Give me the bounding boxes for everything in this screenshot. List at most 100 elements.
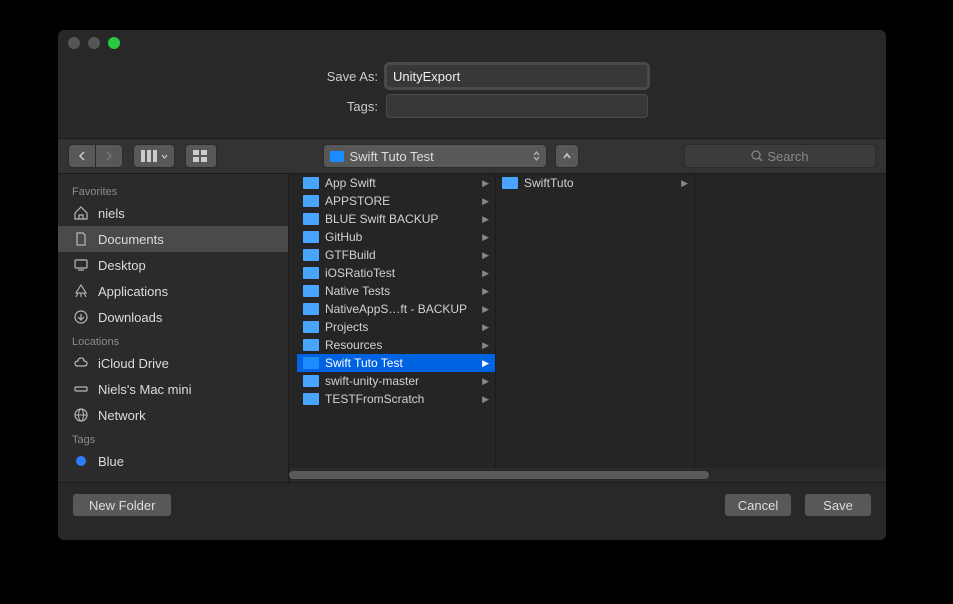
folder-label: APPSTORE (325, 194, 390, 208)
home-icon (72, 205, 90, 221)
chevron-right-icon: ▶ (482, 286, 489, 297)
folder-icon (303, 303, 319, 315)
titlebar (58, 30, 886, 56)
view-mode-button[interactable] (133, 144, 175, 168)
app-icon (72, 283, 90, 299)
folder-label: TESTFromScratch (325, 392, 424, 406)
doc-icon (72, 231, 90, 247)
sidebar-item-downloads[interactable]: Downloads (58, 304, 288, 330)
folder-row[interactable]: swift-unity-master ▶ (297, 372, 495, 390)
folder-label: swift-unity-master (325, 374, 419, 388)
sidebar-item-label: Network (98, 408, 146, 423)
chevron-right-icon: ▶ (482, 214, 489, 225)
window-close-button[interactable] (68, 37, 80, 49)
folder-icon (303, 213, 319, 225)
tags-input[interactable] (386, 94, 648, 118)
locations-header: Locations (58, 330, 288, 350)
path-label: Swift Tuto Test (350, 149, 434, 164)
sidebar-item-niels-s-mac-mini[interactable]: Niels's Mac mini (58, 376, 288, 402)
cloud-icon (72, 355, 90, 371)
sidebar-item-icloud-drive[interactable]: iCloud Drive (58, 350, 288, 376)
path-dropdown[interactable]: Swift Tuto Test (323, 144, 547, 168)
save-button[interactable]: Save (804, 493, 872, 517)
folder-icon (502, 177, 518, 189)
folder-icon (303, 357, 319, 369)
tags-label: Tags: (58, 99, 386, 114)
folder-label: SwiftTuto (524, 176, 574, 190)
sidebar-item-network[interactable]: Network (58, 402, 288, 428)
body: Favorites nielsDocumentsDesktopApplicati… (58, 174, 886, 482)
folder-row[interactable]: Native Tests ▶ (297, 282, 495, 300)
column-3 (695, 174, 886, 482)
sidebar-item-desktop[interactable]: Desktop (58, 252, 288, 278)
sidebar-item-blue[interactable]: Blue (58, 448, 288, 474)
group-button[interactable] (185, 144, 217, 168)
column-1: App Swift▶APPSTORE▶BLUE Swift BACKUP▶Git… (297, 174, 496, 482)
forward-button[interactable] (96, 144, 123, 168)
group-icon (193, 150, 209, 162)
folder-icon (303, 177, 319, 189)
folder-row[interactable]: Swift Tuto Test▶ (297, 354, 495, 372)
tags-header: Tags (58, 428, 288, 448)
chevron-right-icon: ▶ (681, 178, 688, 189)
save-as-input[interactable] (386, 64, 648, 88)
collapse-button[interactable] (555, 144, 579, 168)
sidebar-item-label: Applications (98, 284, 168, 299)
folder-row[interactable]: SwiftTuto ▶ (496, 174, 694, 192)
column-browser: App Swift▶APPSTORE▶BLUE Swift BACKUP▶Git… (289, 174, 886, 482)
new-folder-button[interactable]: New Folder (72, 493, 172, 517)
sidebar-item-label: Documents (98, 232, 164, 247)
horizontal-scrollbar[interactable] (289, 471, 709, 479)
sidebar-item-label: Blue (98, 454, 124, 469)
sidebar-item-documents[interactable]: Documents (58, 226, 288, 252)
folder-label: NativeAppS…ft - BACKUP (325, 302, 467, 316)
folder-label: BLUE Swift BACKUP (325, 212, 438, 226)
folder-label: Native Tests (325, 284, 390, 298)
chevron-right-icon: ▶ (482, 232, 489, 243)
folder-label: App Swift (325, 176, 376, 190)
folder-label: GTFBuild (325, 248, 376, 262)
sidebar: Favorites nielsDocumentsDesktopApplicati… (58, 174, 289, 482)
desktop-icon (72, 257, 90, 273)
search-field[interactable]: Search (684, 144, 876, 168)
column-2: SwiftTuto ▶ (496, 174, 695, 482)
chevron-right-icon: ▶ (482, 268, 489, 279)
folder-icon (303, 393, 319, 405)
folder-row[interactable]: NativeAppS…ft - BACKUP▶ (297, 300, 495, 318)
window-minimize-button[interactable] (88, 37, 100, 49)
folder-row[interactable]: GitHub ▶ (297, 228, 495, 246)
folder-label: GitHub (325, 230, 362, 244)
down-icon (72, 309, 90, 325)
updown-icon (533, 151, 540, 161)
form-area: Save As: Tags: (58, 56, 886, 138)
folder-icon (303, 321, 319, 333)
save-dialog: Save As: Tags: (58, 30, 886, 540)
folder-row[interactable]: TESTFromScratch ▶ (297, 390, 495, 408)
folder-row[interactable]: iOSRatioTest▶ (297, 264, 495, 282)
folder-row[interactable]: APPSTORE▶ (297, 192, 495, 210)
cancel-button[interactable]: Cancel (724, 493, 792, 517)
sidebar-item-label: iCloud Drive (98, 356, 169, 371)
nav-group (68, 144, 123, 168)
sidebar-item-label: Niels's Mac mini (98, 382, 192, 397)
footer: New Folder Cancel Save (58, 482, 886, 527)
chevron-right-icon: ▶ (482, 394, 489, 405)
window-zoom-button[interactable] (108, 37, 120, 49)
sidebar-item-applications[interactable]: Applications (58, 278, 288, 304)
back-button[interactable] (68, 144, 96, 168)
folder-label: Resources (325, 338, 382, 352)
folder-row[interactable]: GTFBuild▶ (297, 246, 495, 264)
chevron-right-icon: ▶ (482, 376, 489, 387)
folder-row[interactable]: BLUE Swift BACKUP ▶ (297, 210, 495, 228)
chevron-right-icon: ▶ (482, 358, 489, 369)
chevron-right-icon (105, 151, 113, 161)
chevron-down-icon (161, 154, 168, 159)
chevron-right-icon: ▶ (482, 178, 489, 189)
folder-row[interactable]: Resources▶ (297, 336, 495, 354)
folder-row[interactable]: App Swift ▶ (297, 174, 495, 192)
folder-icon (303, 195, 319, 207)
hscroll-track (289, 468, 886, 482)
globe-icon (72, 407, 90, 423)
folder-row[interactable]: Projects▶ (297, 318, 495, 336)
sidebar-item-niels[interactable]: niels (58, 200, 288, 226)
